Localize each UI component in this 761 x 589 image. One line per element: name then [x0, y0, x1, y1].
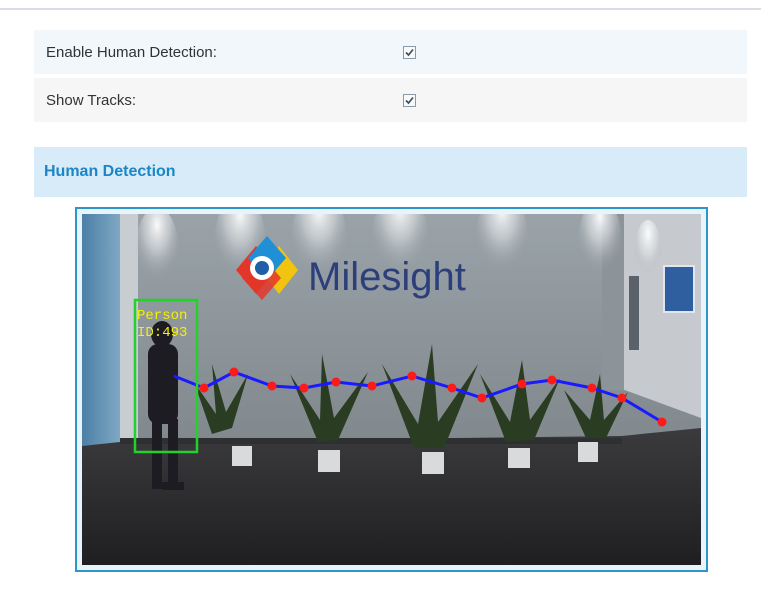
enable-human-detection-checkbox[interactable]	[403, 45, 416, 59]
human-detection-section-header: Human Detection	[34, 147, 747, 197]
enable-human-detection-row: Enable Human Detection:	[34, 30, 747, 74]
milesight-logo-text: Milesight	[308, 255, 466, 299]
show-tracks-label: Show Tracks:	[46, 91, 137, 109]
video-canvas: Milesight Person ID:493	[82, 214, 701, 565]
live-video-view[interactable]: Milesight Person ID:493	[75, 207, 708, 572]
show-tracks-row: Show Tracks:	[34, 78, 747, 122]
detection-class-label: Person	[137, 308, 187, 324]
show-tracks-checkbox[interactable]	[403, 93, 416, 107]
top-divider	[0, 8, 761, 10]
checkmark-icon	[405, 96, 414, 104]
enable-human-detection-label: Enable Human Detection:	[46, 43, 217, 61]
section-title: Human Detection	[44, 163, 176, 180]
checkmark-icon	[405, 48, 414, 56]
video-scene: Milesight Person ID:493	[82, 214, 701, 565]
detection-id-label: ID:493	[137, 325, 187, 341]
